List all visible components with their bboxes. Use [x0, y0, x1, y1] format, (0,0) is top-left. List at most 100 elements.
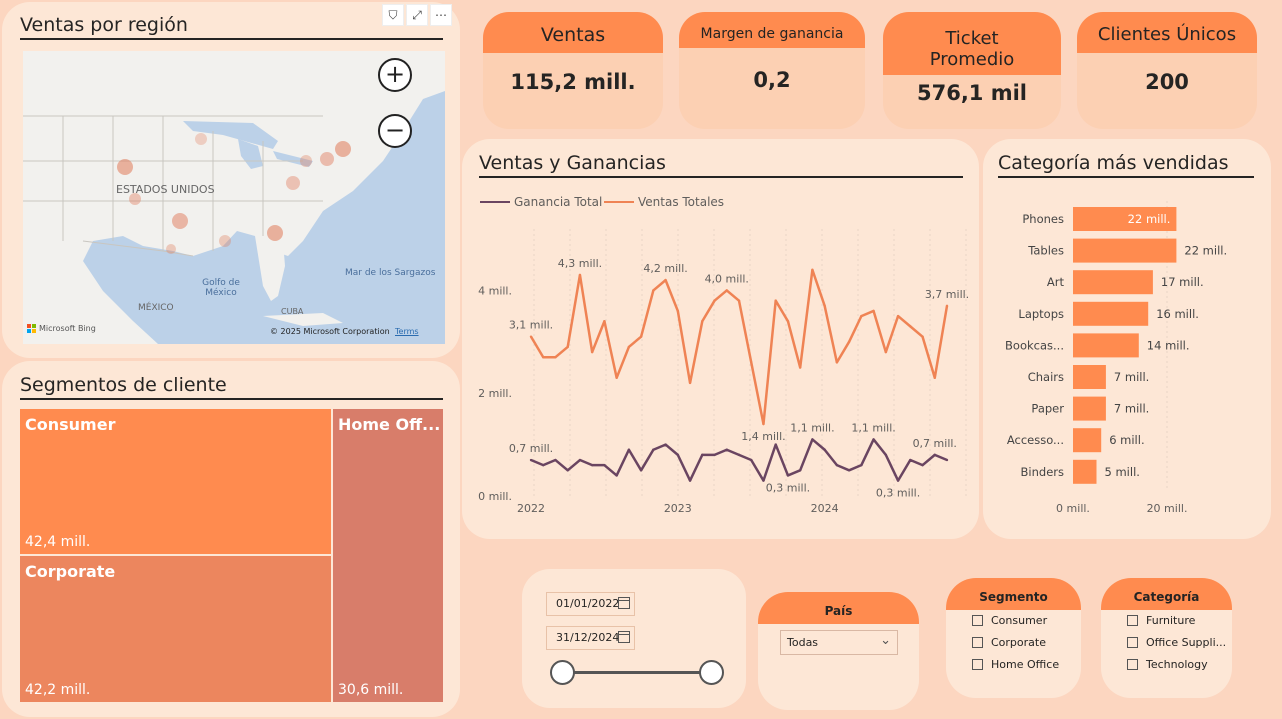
date-range-end-handle[interactable] [699, 660, 724, 685]
data-label: 0,7 mill. [913, 437, 957, 450]
data-point [725, 289, 728, 292]
categoria-slicer: Categoría Furniture Office Suppli... Tec… [1101, 578, 1232, 698]
kpi-margen: Margen de ganancia 0,2 [679, 12, 865, 129]
kpi-label: Clientes Únicos [1077, 12, 1257, 53]
end-date-value: 31/12/2024 [556, 631, 620, 644]
zoom-out-button[interactable]: − [378, 114, 412, 148]
data-point [701, 453, 704, 457]
start-date-input[interactable]: 01/01/2022 [546, 592, 635, 616]
bar-chart-svg[interactable]: Phones 22 mill. Tables 22 mill. Art 17 mill. L… [983, 139, 1271, 539]
zoom-in-button[interactable]: + [378, 58, 412, 92]
data-point [847, 469, 851, 472]
data-point [860, 314, 863, 318]
category-label: Laptops [1018, 307, 1064, 321]
segmento-option-consumer[interactable]: Consumer [972, 614, 1047, 627]
checkbox[interactable] [1127, 615, 1138, 626]
checkbox[interactable] [1127, 637, 1138, 648]
checkbox[interactable] [1127, 659, 1138, 670]
focus-mode-icon[interactable]: ⤢ [406, 4, 428, 26]
bar-value-label: 14 mill. [1147, 338, 1190, 352]
data-label: 1,1 mill. [851, 421, 895, 434]
checkbox[interactable] [972, 659, 983, 670]
data-point [554, 356, 557, 359]
filter-icon[interactable]: ⛉ [382, 4, 404, 26]
data-point [713, 299, 716, 302]
kpi-value: 200 [1145, 70, 1189, 94]
category-label: Art [1047, 275, 1065, 289]
more-options-icon[interactable]: ⋯ [430, 4, 452, 26]
option-label: Consumer [991, 614, 1048, 627]
map-canvas[interactable]: ESTADOS UNIDOS Golfo de México Mar de lo… [23, 51, 445, 344]
start-date-value: 01/01/2022 [556, 597, 620, 610]
kpi-ticket: Ticket Promedio 576,1 mil [883, 12, 1061, 129]
bar [1073, 428, 1102, 453]
data-point [909, 458, 912, 462]
date-range-track[interactable] [562, 671, 712, 674]
segmento-option-corporate[interactable]: Corporate [972, 636, 1046, 649]
data-point [639, 469, 643, 472]
y-tick-label: 2 mill. [478, 387, 512, 400]
data-point [798, 366, 802, 369]
treemap-value: 42,2 mill. [25, 682, 91, 698]
data-point [737, 453, 741, 457]
category-label: Paper [1031, 402, 1064, 416]
data-point [639, 335, 643, 338]
map-copyright: © 2025 Microsoft Corporation [270, 327, 390, 336]
pais-dropdown[interactable]: Todas ⌄ [780, 630, 898, 655]
categoria-option-office-supplies[interactable]: Office Suppli... [1127, 636, 1226, 649]
checkbox[interactable] [972, 615, 983, 626]
data-point [945, 458, 949, 462]
bar [1073, 396, 1106, 421]
calendar-icon[interactable] [618, 631, 630, 643]
categoria-option-technology[interactable]: Technology [1127, 658, 1208, 671]
map-card: Ventas por región ⛉ ⤢ ⋯ ESTADOS UNIDOS G… [2, 2, 460, 358]
data-point [774, 299, 777, 302]
end-date-input[interactable]: 31/12/2024 [546, 626, 635, 650]
data-point [664, 278, 667, 282]
data-point [823, 448, 826, 451]
map-svg [23, 51, 445, 344]
treemap-value: 42,4 mill. [25, 534, 91, 550]
bar-value-label: 17 mill. [1161, 275, 1204, 289]
bar-value-label: 6 mill. [1109, 433, 1144, 447]
data-point [750, 458, 753, 462]
treemap-tile-home-office[interactable]: Home Off... 30,6 mill. [333, 409, 443, 702]
segments-title: Segmentos de cliente [20, 374, 443, 400]
chevron-down-icon: ⌄ [880, 633, 891, 648]
checkbox[interactable] [972, 637, 983, 648]
kpi-value: 576,1 mil [916, 81, 1027, 105]
bar [1073, 333, 1139, 358]
data-point [811, 438, 814, 441]
categoria-option-furniture[interactable]: Furniture [1127, 614, 1195, 627]
gulf-label: Golfo de México [202, 278, 240, 298]
y-tick-label: 4 mill. [478, 284, 512, 297]
kpi-clientes: Clientes Únicos 200 [1077, 12, 1257, 129]
data-label: 0,3 mill. [876, 487, 920, 500]
data-label: 0,3 mill. [766, 481, 810, 494]
calendar-icon[interactable] [618, 597, 630, 609]
data-point [884, 350, 888, 354]
kpi-value: 115,2 mill. [510, 70, 636, 94]
treemap-tile-corporate[interactable]: Corporate 42,2 mill. [20, 556, 331, 702]
data-point [921, 335, 924, 338]
map-terms-link[interactable]: Terms [395, 327, 419, 336]
date-range-start-handle[interactable] [550, 660, 575, 685]
data-point [872, 438, 875, 441]
pais-slicer-title: País [758, 592, 919, 624]
bar-value-label: 7 mill. [1114, 402, 1149, 416]
cuba-label: CUBA [281, 307, 304, 316]
data-point [590, 350, 594, 354]
option-label: Home Office [991, 658, 1060, 671]
data-point [945, 304, 949, 308]
line-chart-svg[interactable]: Ganancia Total Ventas Totales 0 mill. 2 m… [462, 139, 979, 539]
bing-label: Microsoft Bing [39, 324, 96, 333]
x-tick-label: 2024 [811, 502, 839, 515]
x-tick-label: 2023 [664, 502, 692, 515]
segmento-option-home-office[interactable]: Home Office [972, 658, 1059, 671]
option-label: Furniture [1146, 614, 1196, 627]
data-point [566, 345, 569, 349]
treemap-value: 30,6 mill. [338, 682, 404, 698]
data-point [798, 469, 802, 472]
treemap-tile-consumer[interactable]: Consumer 42,4 mill. [20, 409, 331, 554]
data-point [701, 320, 704, 323]
